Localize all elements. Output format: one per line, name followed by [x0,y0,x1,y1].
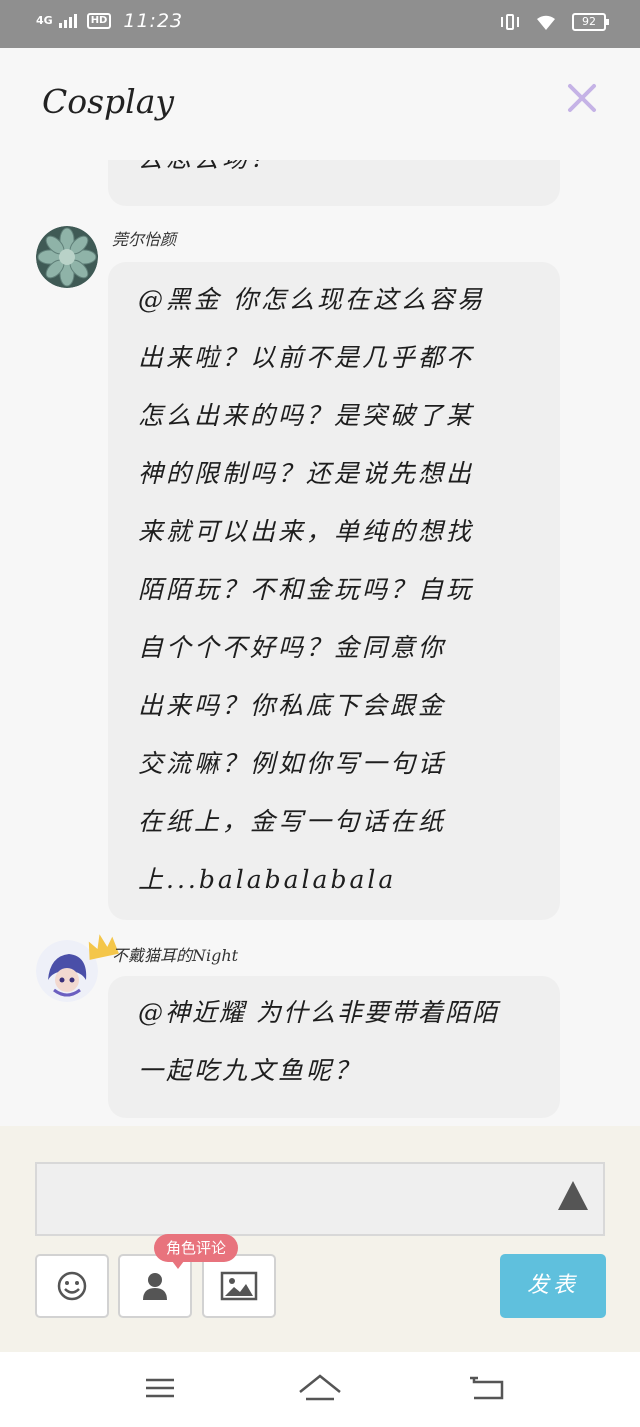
header: Cosplay [0,48,640,160]
message-line: 自个个不好吗？金同意你 [138,633,447,662]
message-bubble: @神近耀 为什么非要带着陌陌 一起吃九文鱼呢？ [108,976,560,1118]
menu-icon[interactable] [138,1368,182,1408]
home-icon[interactable] [298,1368,342,1408]
succulent-avatar-icon [36,226,98,288]
message-bubble: 去思去场？ [108,160,560,206]
message-line: @黑金 你怎么现在这么容易 [138,285,485,314]
user-icon [143,1273,167,1300]
battery-icon: 92 [572,13,609,31]
message-line: 出来啦？以前不是几乎都不 [138,343,475,372]
close-icon[interactable] [562,78,602,118]
author-name[interactable]: 莞尔怡颜 [112,226,176,250]
page-title: Cosplay [42,82,175,121]
message-line: 交流嘛？例如你写一句话 [138,749,447,778]
signal-icon [58,14,77,28]
emoji-button[interactable] [35,1254,109,1318]
image-icon [220,1271,258,1301]
author-name[interactable]: 不戴猫耳的Night [112,942,238,966]
message-line: 神的限制吗？还是说先想出 [138,459,475,488]
vibrate-icon [500,12,520,32]
expand-up-icon[interactable] [556,1179,590,1213]
message-line: 陌陌玩？不和金玩吗？自玩 [138,575,475,604]
wifi-icon [537,15,555,30]
network-type: 4G [36,14,53,27]
message-line: @神近耀 为什么非要带着陌陌 [138,998,499,1027]
message-line: 出来吗？你私底下会跟金 [138,691,447,720]
message-line: 怎么出来的吗？是突破了某 [138,401,475,430]
comment-list[interactable]: 去思去场？ 莞尔怡颜 @黑金 你怎么现在这么容易 出来啦？以前不是几乎都不 怎么… [0,160,640,1126]
smiley-icon [57,1271,87,1301]
message-bubble: @黑金 你怎么现在这么容易 出来啦？以前不是几乎都不 怎么出来的吗？是突破了某 … [108,262,560,920]
message-line: 来就可以出来，单纯的想找 [138,517,475,546]
message-line: 在纸上，金写一句话在纸 [138,807,447,836]
back-icon[interactable] [466,1368,510,1408]
message-line: 一起吃九文鱼呢？ [138,1056,363,1085]
composer: 角色评论 发表 [0,1126,640,1352]
status-bar: 4G HD 11:23 92 [0,0,640,48]
image-button[interactable] [202,1254,276,1318]
clock: 11:23 [123,10,184,32]
comment-input[interactable] [35,1162,605,1236]
hd-icon: HD [86,13,112,29]
system-nav-bar [0,1352,640,1427]
message-line: 上...balabalabala [138,865,397,894]
publish-button[interactable]: 发表 [500,1254,606,1318]
avatar[interactable] [36,226,98,288]
role-comment-badge: 角色评论 [154,1234,239,1269]
message-line: 去思去场？ [138,160,560,188]
